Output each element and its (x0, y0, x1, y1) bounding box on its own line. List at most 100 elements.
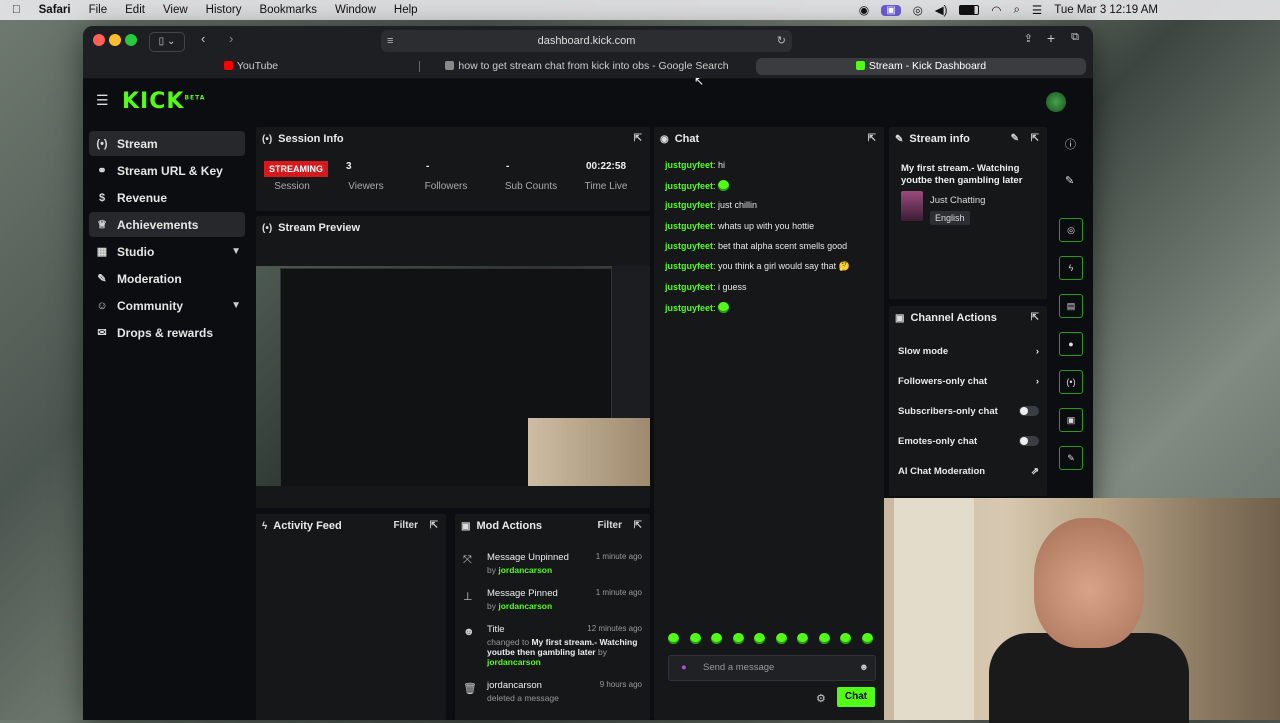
address-bar[interactable]: ≡ dashboard.kick.com ↻ (381, 30, 792, 52)
kick-logo[interactable]: KICKBETA (122, 89, 205, 114)
hamburger-menu-icon[interactable]: ☰ (96, 92, 109, 109)
external-link-icon[interactable]: ⇗ (1031, 466, 1039, 477)
mod-username[interactable]: jordancarson (498, 601, 552, 611)
chevron-down-icon[interactable]: ▼ (231, 246, 241, 257)
ai-moderation-row[interactable]: AI Chat Moderation ⇗ (895, 466, 1039, 482)
menu-help[interactable]: Help (394, 4, 418, 16)
sidebar-item-achievements[interactable]: ♕ Achievements (89, 212, 245, 237)
emote-icon[interactable] (840, 633, 852, 644)
page-menu-icon[interactable]: ≡ (387, 30, 393, 52)
screen-share-icon[interactable]: ▣ (881, 4, 901, 16)
wifi-icon[interactable]: ◠ (991, 3, 1001, 17)
menu-history[interactable]: History (206, 4, 242, 16)
send-chat-button[interactable]: Chat (837, 687, 875, 707)
apple-menu-icon[interactable]:  (12, 4, 21, 16)
zoom-window-button[interactable] (125, 34, 137, 46)
rail-moderation-icon[interactable]: ▣ (1059, 408, 1083, 432)
emote-icon[interactable] (797, 633, 809, 644)
sidebar-item-community[interactable]: ☺ Community ▼ (89, 293, 245, 318)
slow-mode-row[interactable]: Slow mode › (895, 346, 1039, 362)
chat-username[interactable]: justguyfeet (665, 160, 713, 170)
tab-google-search[interactable]: how to get stream chat from kick into ob… (420, 58, 754, 75)
stream-preview-video[interactable] (256, 266, 650, 486)
rail-shield-icon[interactable]: ▤ (1059, 294, 1083, 318)
mod-username[interactable]: jordancarson (498, 565, 552, 575)
menu-edit[interactable]: Edit (125, 4, 145, 16)
emote-icon[interactable] (732, 633, 744, 644)
user-avatar[interactable] (1046, 92, 1066, 112)
chat-settings-icon[interactable]: ⚙ (816, 692, 826, 705)
back-button[interactable]: ‹ (201, 31, 205, 46)
popout-icon[interactable]: ⇱ (1031, 312, 1039, 323)
chat-username[interactable]: justguyfeet (665, 241, 713, 251)
rail-broadcast-icon[interactable]: (•) (1059, 370, 1083, 394)
filter-button[interactable]: Filter (394, 520, 418, 531)
category-name[interactable]: Just Chatting (930, 195, 985, 206)
battery-icon[interactable] (959, 5, 980, 15)
popout-icon[interactable]: ⇱ (868, 133, 876, 144)
chevron-right-icon[interactable]: › (1036, 376, 1039, 387)
tab-overview-icon[interactable]: ⧉ (1071, 31, 1079, 44)
rail-lightning-icon[interactable]: ϟ (1059, 256, 1083, 280)
edit-icon[interactable]: ✎ (1011, 133, 1019, 144)
sidebar-item-moderation[interactable]: ✎ Moderation (89, 266, 245, 291)
chat-username[interactable]: justguyfeet (665, 181, 713, 191)
record-icon[interactable]: ◉ (859, 3, 869, 17)
rail-stream-icon[interactable]: ◎ (1059, 218, 1083, 242)
emote-icon[interactable] (775, 633, 787, 644)
chat-input[interactable]: ● Send a message ☻ (668, 655, 876, 681)
pencil-icon[interactable]: ✎ (1065, 174, 1074, 187)
emotes-only-toggle[interactable] (1019, 436, 1039, 446)
tab-kick-dashboard[interactable]: Stream - Kick Dashboard (756, 58, 1086, 75)
chevron-right-icon[interactable]: › (1036, 346, 1039, 357)
minimize-window-button[interactable] (109, 34, 121, 46)
airplay-icon[interactable]: ◎ (913, 3, 923, 17)
chat-username[interactable]: justguyfeet (665, 303, 713, 313)
sidebar-item-revenue[interactable]: $ Revenue (89, 185, 245, 210)
rail-chat-icon[interactable]: ● (1059, 332, 1083, 356)
rail-wrench-icon[interactable]: ✎ (1059, 446, 1083, 470)
chat-username[interactable]: justguyfeet (665, 261, 713, 271)
popout-icon[interactable]: ⇱ (430, 520, 438, 531)
tab-youtube[interactable]: YouTube (86, 58, 416, 75)
chat-username[interactable]: justguyfeet (665, 282, 713, 292)
chevron-down-icon[interactable]: ▼ (231, 300, 241, 311)
emote-icon[interactable] (754, 633, 766, 644)
emoji-picker-icon[interactable]: ☻ (859, 656, 869, 680)
menubar-clock[interactable]: Tue Mar 3 12:19 AM (1054, 4, 1158, 16)
emote-icon[interactable] (818, 633, 830, 644)
emote-icon[interactable] (668, 633, 679, 644)
sidebar-item-stream[interactable]: (•) Stream (89, 131, 245, 156)
sidebar-item-studio[interactable]: ▦ Studio ▼ (89, 239, 245, 264)
control-center-icon[interactable]: ☰ (1032, 3, 1042, 17)
menu-file[interactable]: File (89, 4, 108, 16)
sidebar-toggle-icon[interactable]: ▯ ⌄ (149, 32, 185, 52)
popout-icon[interactable]: ⇱ (1031, 133, 1039, 144)
popout-icon[interactable]: ⇱ (634, 520, 642, 531)
share-icon[interactable]: ⇪ (1024, 32, 1033, 45)
menu-window[interactable]: Window (335, 4, 376, 16)
forward-button[interactable]: › (229, 31, 233, 46)
reload-icon[interactable]: ↻ (777, 30, 786, 52)
popout-icon[interactable]: ⇱ (634, 133, 642, 144)
new-tab-icon[interactable]: + (1047, 30, 1055, 46)
spotlight-icon[interactable]: ⌕ (1013, 4, 1019, 17)
subscribers-only-toggle[interactable] (1019, 406, 1039, 416)
sidebar-item-stream-url-key[interactable]: ⚭ Stream URL & Key (89, 158, 245, 183)
emote-icon[interactable] (861, 633, 873, 644)
menu-view[interactable]: View (163, 4, 188, 16)
volume-icon[interactable]: ◀) (935, 3, 948, 17)
close-window-button[interactable] (93, 34, 105, 46)
chat-username[interactable]: justguyfeet (665, 221, 713, 231)
microphone-icon[interactable]: ● (681, 656, 687, 680)
filter-button[interactable]: Filter (598, 520, 622, 531)
mod-username[interactable]: jordancarson (487, 657, 541, 667)
followers-only-row[interactable]: Followers-only chat › (895, 376, 1039, 392)
emote-icon[interactable] (711, 633, 723, 644)
emote-icon[interactable] (689, 633, 701, 644)
info-icon[interactable]: ⓘ (1065, 136, 1076, 152)
app-menu[interactable]: Safari (39, 4, 71, 16)
sidebar-item-drops-rewards[interactable]: ✉ Drops & rewards (89, 320, 245, 345)
chat-username[interactable]: justguyfeet (665, 200, 713, 210)
menu-bookmarks[interactable]: Bookmarks (259, 4, 317, 16)
